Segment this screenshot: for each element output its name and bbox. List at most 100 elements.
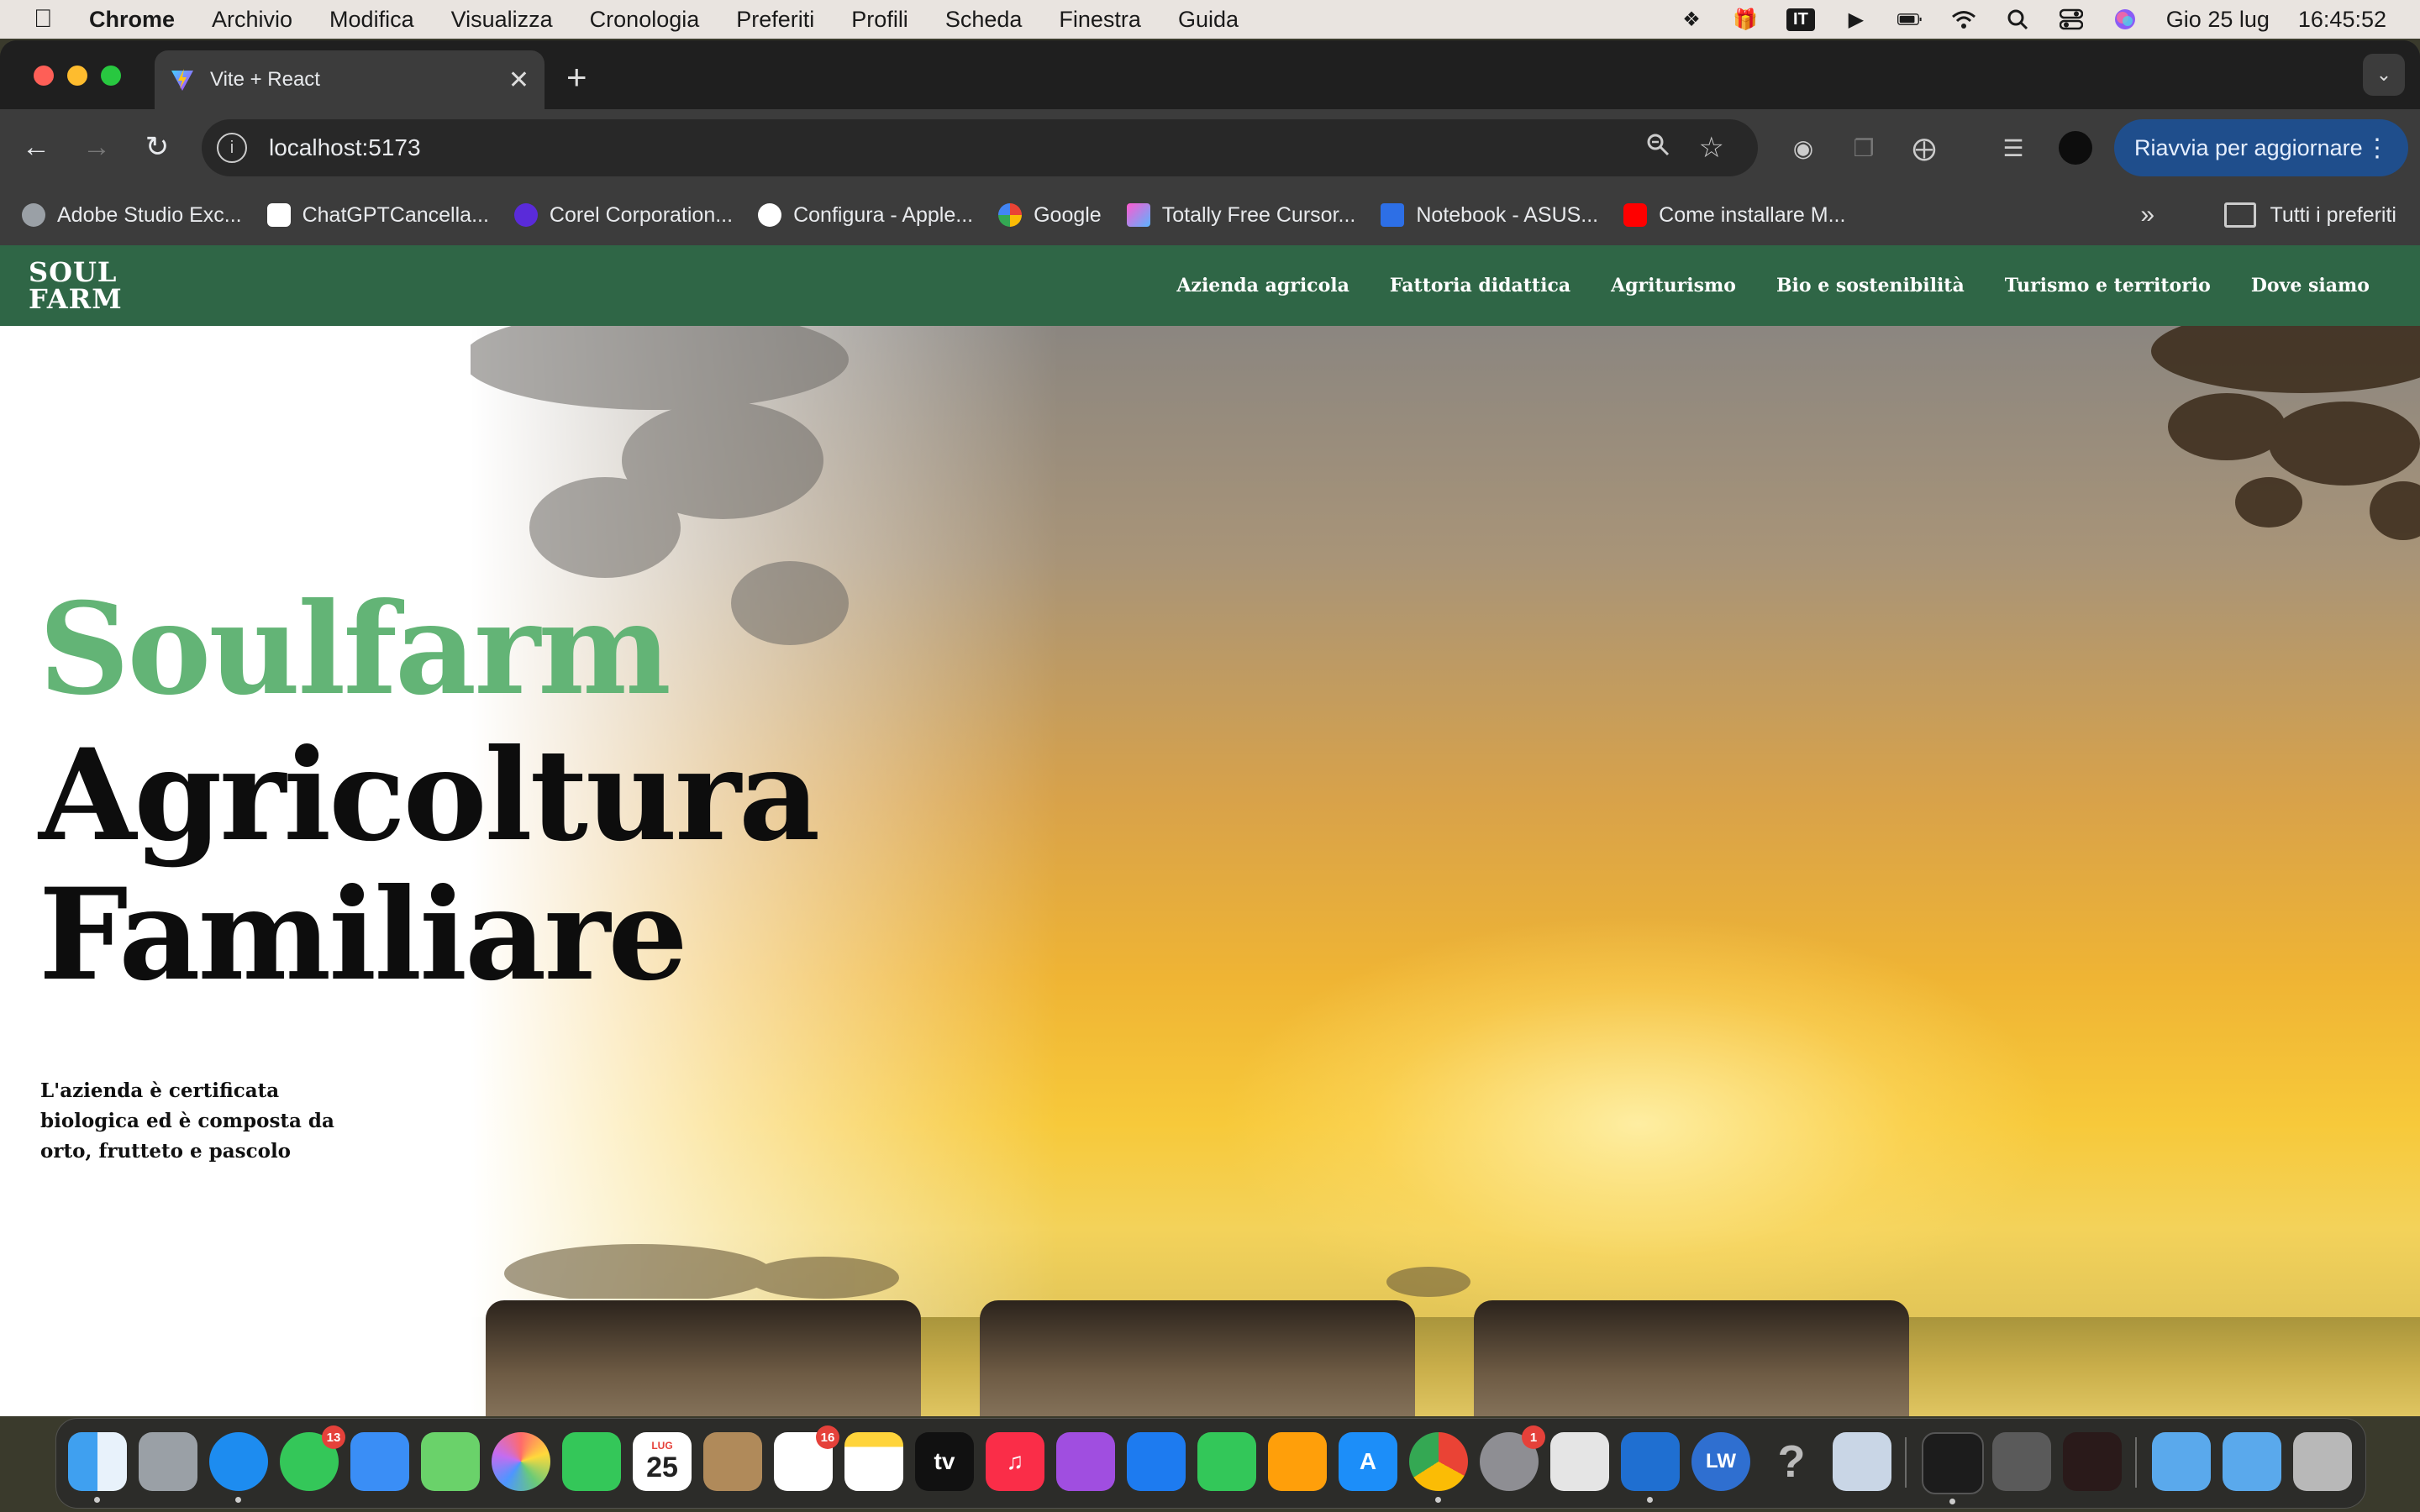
messages-icon[interactable]: 13: [280, 1425, 345, 1491]
copy-extension-icon[interactable]: ❐: [1847, 131, 1881, 165]
mail-icon[interactable]: [350, 1432, 409, 1491]
vscode-icon[interactable]: [1621, 1432, 1680, 1503]
app-store-icon[interactable]: A: [1339, 1432, 1397, 1491]
menubar-time[interactable]: 16:45:52: [2298, 7, 2386, 33]
help-icon[interactable]: ?: [1762, 1432, 1821, 1491]
notes-icon[interactable]: [844, 1432, 903, 1491]
feature-card-3[interactable]: [1474, 1300, 1909, 1416]
facetime-icon[interactable]: [562, 1432, 621, 1491]
menu-archivio[interactable]: Archivio: [212, 7, 292, 33]
window-minimize-button[interactable]: [67, 66, 87, 86]
chrome-menu-icon[interactable]: ⋮: [2365, 134, 2390, 163]
voice-memos-icon[interactable]: [2063, 1432, 2122, 1491]
messages-badge: 13: [322, 1425, 345, 1449]
chrome-icon[interactable]: [1409, 1432, 1468, 1503]
reminders-icon[interactable]: 16: [774, 1425, 839, 1491]
numbers-icon[interactable]: [1197, 1432, 1256, 1491]
tab-vite-react[interactable]: Vite + React ✕: [155, 50, 544, 109]
bookmark-google[interactable]: Google: [998, 203, 1102, 228]
menu-profili[interactable]: Profili: [851, 7, 908, 33]
address-bar[interactable]: i localhost:5173 ☆: [202, 119, 1758, 176]
downloads-folder-icon[interactable]: [2152, 1432, 2211, 1491]
update-restart-button[interactable]: Riavvia per aggiornare ⋮: [2114, 119, 2408, 176]
menu-preferiti[interactable]: Preferiti: [736, 7, 814, 33]
safari-icon[interactable]: [209, 1432, 268, 1503]
media-queue-icon[interactable]: ☰: [1996, 131, 2030, 165]
menu-app-chrome[interactable]: Chrome: [89, 7, 175, 33]
bookmark-adobe[interactable]: Adobe Studio Exc...: [22, 203, 242, 228]
keynote-icon[interactable]: [1127, 1432, 1186, 1491]
trash-icon[interactable]: [2293, 1432, 2352, 1491]
music-icon[interactable]: ♫: [986, 1432, 1044, 1491]
tab-close-icon[interactable]: ✕: [508, 66, 529, 95]
asus-icon: [1381, 203, 1405, 227]
reload-button[interactable]: ↻: [138, 128, 176, 166]
site-logo[interactable]: SOUL FARM: [29, 259, 123, 312]
siri-icon[interactable]: [2112, 7, 2138, 32]
play-icon[interactable]: ▶: [1844, 7, 1869, 32]
nav-azienda-agricola[interactable]: Azienda agricola: [1176, 275, 1349, 297]
feature-card-1[interactable]: [486, 1300, 921, 1416]
menu-guida[interactable]: Guida: [1178, 7, 1239, 33]
apple-menu-icon[interactable]: : [34, 5, 64, 34]
window-close-button[interactable]: [34, 66, 54, 86]
menu-visualizza[interactable]: Visualizza: [451, 7, 553, 33]
maps-icon[interactable]: [421, 1432, 480, 1491]
applications-folder-icon[interactable]: [2223, 1432, 2281, 1491]
spotlight-search-icon[interactable]: [2005, 7, 2030, 32]
screenshot-icon[interactable]: [1550, 1432, 1609, 1491]
window-zoom-button[interactable]: [101, 66, 121, 86]
battery-icon[interactable]: [1897, 7, 1923, 32]
nav-turismo-territorio[interactable]: Turismo e territorio: [2005, 275, 2211, 297]
bookmark-star-icon[interactable]: ☆: [1699, 131, 1724, 165]
site-info-icon[interactable]: i: [217, 133, 247, 163]
preview-icon[interactable]: [1833, 1432, 1891, 1491]
nav-dove-siamo[interactable]: Dove siamo: [2251, 275, 2370, 297]
calendar-icon[interactable]: LUG 25: [633, 1432, 692, 1491]
wifi-icon[interactable]: [1951, 7, 1976, 32]
bookmark-label: Come installare M...: [1659, 202, 1846, 227]
more-bookmarks-chevron-icon[interactable]: »: [2140, 201, 2154, 229]
bookmark-youtube[interactable]: Come installare M...: [1623, 203, 1845, 228]
menubar-date[interactable]: Gio 25 lug: [2166, 7, 2270, 33]
bookmark-asus[interactable]: Notebook - ASUS...: [1381, 203, 1598, 228]
photos-icon[interactable]: [492, 1432, 550, 1491]
new-tab-button[interactable]: +: [566, 57, 587, 97]
menu-modifica[interactable]: Modifica: [329, 7, 414, 33]
extensions-puzzle-icon[interactable]: ⨁: [1907, 131, 1941, 165]
incognito-extension-icon[interactable]: ◉: [1786, 131, 1820, 165]
finder-icon[interactable]: [68, 1432, 127, 1503]
url-text[interactable]: localhost:5173: [269, 134, 421, 161]
zoom-icon[interactable]: [1645, 132, 1670, 164]
font-book-icon[interactable]: [1992, 1432, 2051, 1491]
terminal-icon[interactable]: [1922, 1432, 1984, 1504]
back-button[interactable]: ←: [17, 128, 55, 166]
all-bookmarks-button[interactable]: Tutti i preferiti: [2224, 202, 2396, 228]
system-settings-icon[interactable]: 1: [1480, 1425, 1545, 1491]
dropbox-icon[interactable]: ❖: [1679, 7, 1704, 32]
input-source-indicator[interactable]: IT: [1786, 8, 1815, 31]
bookmark-chatgpt[interactable]: ChatGPTCancella...: [266, 203, 489, 228]
forward-button[interactable]: →: [77, 128, 116, 166]
menu-cronologia[interactable]: Cronologia: [590, 7, 700, 33]
bookmark-cursor[interactable]: Totally Free Cursor...: [1126, 203, 1355, 228]
nav-agriturismo[interactable]: Agriturismo: [1611, 275, 1736, 297]
tab-search-button[interactable]: ⌄: [2363, 54, 2405, 96]
nav-fattoria-didattica[interactable]: Fattoria didattica: [1390, 275, 1570, 297]
profile-avatar[interactable]: [2059, 131, 2092, 165]
nav-bio-sostenibilita[interactable]: Bio e sostenibilità: [1776, 275, 1965, 297]
launchpad-icon[interactable]: [139, 1432, 197, 1491]
menu-finestra[interactable]: Finestra: [1059, 7, 1141, 33]
gift-icon[interactable]: 🎁: [1733, 7, 1758, 32]
feature-card-2[interactable]: [980, 1300, 1415, 1416]
menu-scheda[interactable]: Scheda: [945, 7, 1023, 33]
podcasts-icon[interactable]: [1056, 1432, 1115, 1491]
hero-section: Soulfarm Agricoltura Familiare L'azienda…: [0, 326, 2420, 1416]
control-center-icon[interactable]: [2059, 7, 2084, 32]
lw-app-icon[interactable]: LW: [1691, 1432, 1750, 1491]
bookmark-corel[interactable]: Corel Corporation...: [513, 203, 733, 228]
apple-tv-icon[interactable]: tv: [915, 1432, 974, 1491]
pages-icon[interactable]: [1268, 1432, 1327, 1491]
contacts-icon[interactable]: [703, 1432, 762, 1491]
bookmark-apple[interactable]: Configura - Apple...: [758, 203, 973, 228]
